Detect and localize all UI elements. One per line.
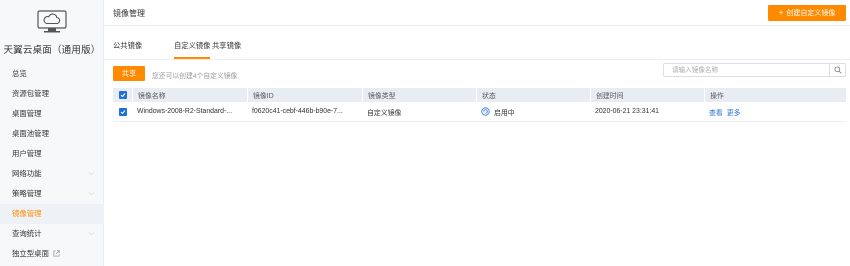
quota-hint: 您还可以创建4个自定义镜像	[152, 73, 238, 80]
sidebar-item-statistics[interactable]: 查询统计 ⌵	[0, 224, 104, 244]
image-id-cell: f0620c41-cebf-446b-b90e-7...	[252, 108, 343, 115]
sidebar-item-label: 桌面管理	[12, 109, 42, 118]
sidebar-item-label: 用户管理	[12, 149, 42, 158]
app-root: 天翼云桌面（通用版） 总览 资源包管理 桌面管理 桌面池管理 用户管理 网络功能…	[0, 0, 850, 266]
external-link-icon	[53, 250, 60, 257]
sidebar-item-network[interactable]: 网络功能 ⌵	[0, 164, 104, 184]
tab-custom-images[interactable]: 自定义镜像	[174, 41, 210, 51]
sidebar-item-desktops[interactable]: 桌面管理	[0, 104, 104, 124]
image-type-cell: 自定义镜像	[367, 109, 402, 117]
column-header-name: 镜像名称	[132, 88, 247, 102]
row-checkbox[interactable]	[118, 107, 127, 116]
sidebar: 天翼云桌面（通用版） 总览 资源包管理 桌面管理 桌面池管理 用户管理 网络功能…	[0, 0, 104, 266]
column-header-id: 镜像ID	[247, 88, 362, 102]
status-cell: 启用中	[476, 102, 590, 121]
search-button[interactable]	[829, 64, 845, 76]
column-header-status: 状态	[476, 88, 590, 102]
select-all-cell	[113, 88, 132, 102]
sidebar-item-overview[interactable]: 总览	[0, 64, 104, 84]
sidebar-item-standalone-desktop[interactable]: 独立型桌面	[0, 244, 104, 264]
row-select-cell	[113, 102, 132, 121]
checkmark-icon	[120, 93, 125, 98]
sidebar-item-images[interactable]: 镜像管理	[0, 204, 104, 224]
plus-icon: +	[778, 8, 784, 17]
column-header-created: 创建时间	[590, 88, 704, 102]
more-link[interactable]: 更多	[727, 107, 741, 117]
page-header: 镜像管理 + 创建自定义镜像	[104, 0, 850, 26]
sidebar-item-label: 总览	[12, 69, 27, 78]
cloud-desktop-icon	[37, 10, 67, 33]
image-name-cell: Windows-2008-R2-Standard-...	[137, 108, 232, 115]
status-enabled-icon	[481, 107, 490, 116]
tabs-divider	[104, 59, 850, 60]
page-title: 镜像管理	[113, 9, 145, 18]
sidebar-item-label: 策略管理	[12, 189, 42, 198]
logo: 天翼云桌面（通用版）	[0, 0, 104, 64]
column-header-type: 镜像类型	[362, 88, 476, 102]
image-tabs: 公共镜像 自定义镜像 共享镜像	[104, 37, 850, 59]
sidebar-item-resource-packs[interactable]: 资源包管理	[0, 84, 104, 104]
chevron-down-icon: ⌵	[88, 190, 94, 197]
checkmark-icon	[120, 109, 125, 114]
sidebar-item-label: 网络功能	[12, 169, 42, 178]
tab-shared-images[interactable]: 共享镜像	[212, 41, 241, 51]
created-time-cell: 2020-06-21 23:31:41	[595, 108, 659, 115]
sidebar-item-policies[interactable]: 策略管理 ⌵	[0, 184, 104, 204]
create-custom-image-label: 创建自定义镜像	[786, 10, 836, 17]
select-all-checkbox[interactable]	[118, 91, 127, 99]
sidebar-item-users[interactable]: 用户管理	[0, 144, 104, 164]
search-box	[663, 63, 846, 77]
status-text: 启用中	[494, 109, 515, 117]
view-link[interactable]: 查看	[709, 107, 723, 117]
sidebar-item-label: 独立型桌面	[12, 249, 49, 258]
sidebar-item-label: 桌面池管理	[12, 129, 49, 138]
image-name-search-input[interactable]	[664, 64, 829, 76]
sidebar-item-label: 镜像管理	[12, 209, 42, 218]
create-custom-image-button[interactable]: + 创建自定义镜像	[768, 5, 846, 21]
image-table: 镜像名称 镜像ID 镜像类型 状态 创建时间 操作 Windows-2008-R…	[113, 88, 846, 122]
sidebar-item-desktop-pools[interactable]: 桌面池管理	[0, 124, 104, 144]
search-icon	[833, 66, 842, 74]
chevron-down-icon: ⌵	[88, 170, 94, 177]
table-header: 镜像名称 镜像ID 镜像类型 状态 创建时间 操作	[113, 88, 846, 102]
tab-public-images[interactable]: 公共镜像	[113, 41, 142, 51]
column-header-actions: 操作	[704, 88, 846, 102]
table-row[interactable]: Windows-2008-R2-Standard-... f0620c41-ce…	[113, 102, 846, 122]
share-button[interactable]: 共享	[113, 66, 145, 81]
sidebar-item-label: 查询统计	[12, 229, 42, 238]
chevron-down-icon: ⌵	[88, 230, 94, 237]
product-title: 天翼云桌面（通用版）	[3, 45, 101, 56]
sidebar-nav: 总览 资源包管理 桌面管理 桌面池管理 用户管理 网络功能 ⌵ 策略管理 ⌵ 镜像管…	[0, 64, 104, 264]
sidebar-item-label: 资源包管理	[12, 89, 49, 98]
actions-cell: 查看 更多	[704, 102, 846, 121]
